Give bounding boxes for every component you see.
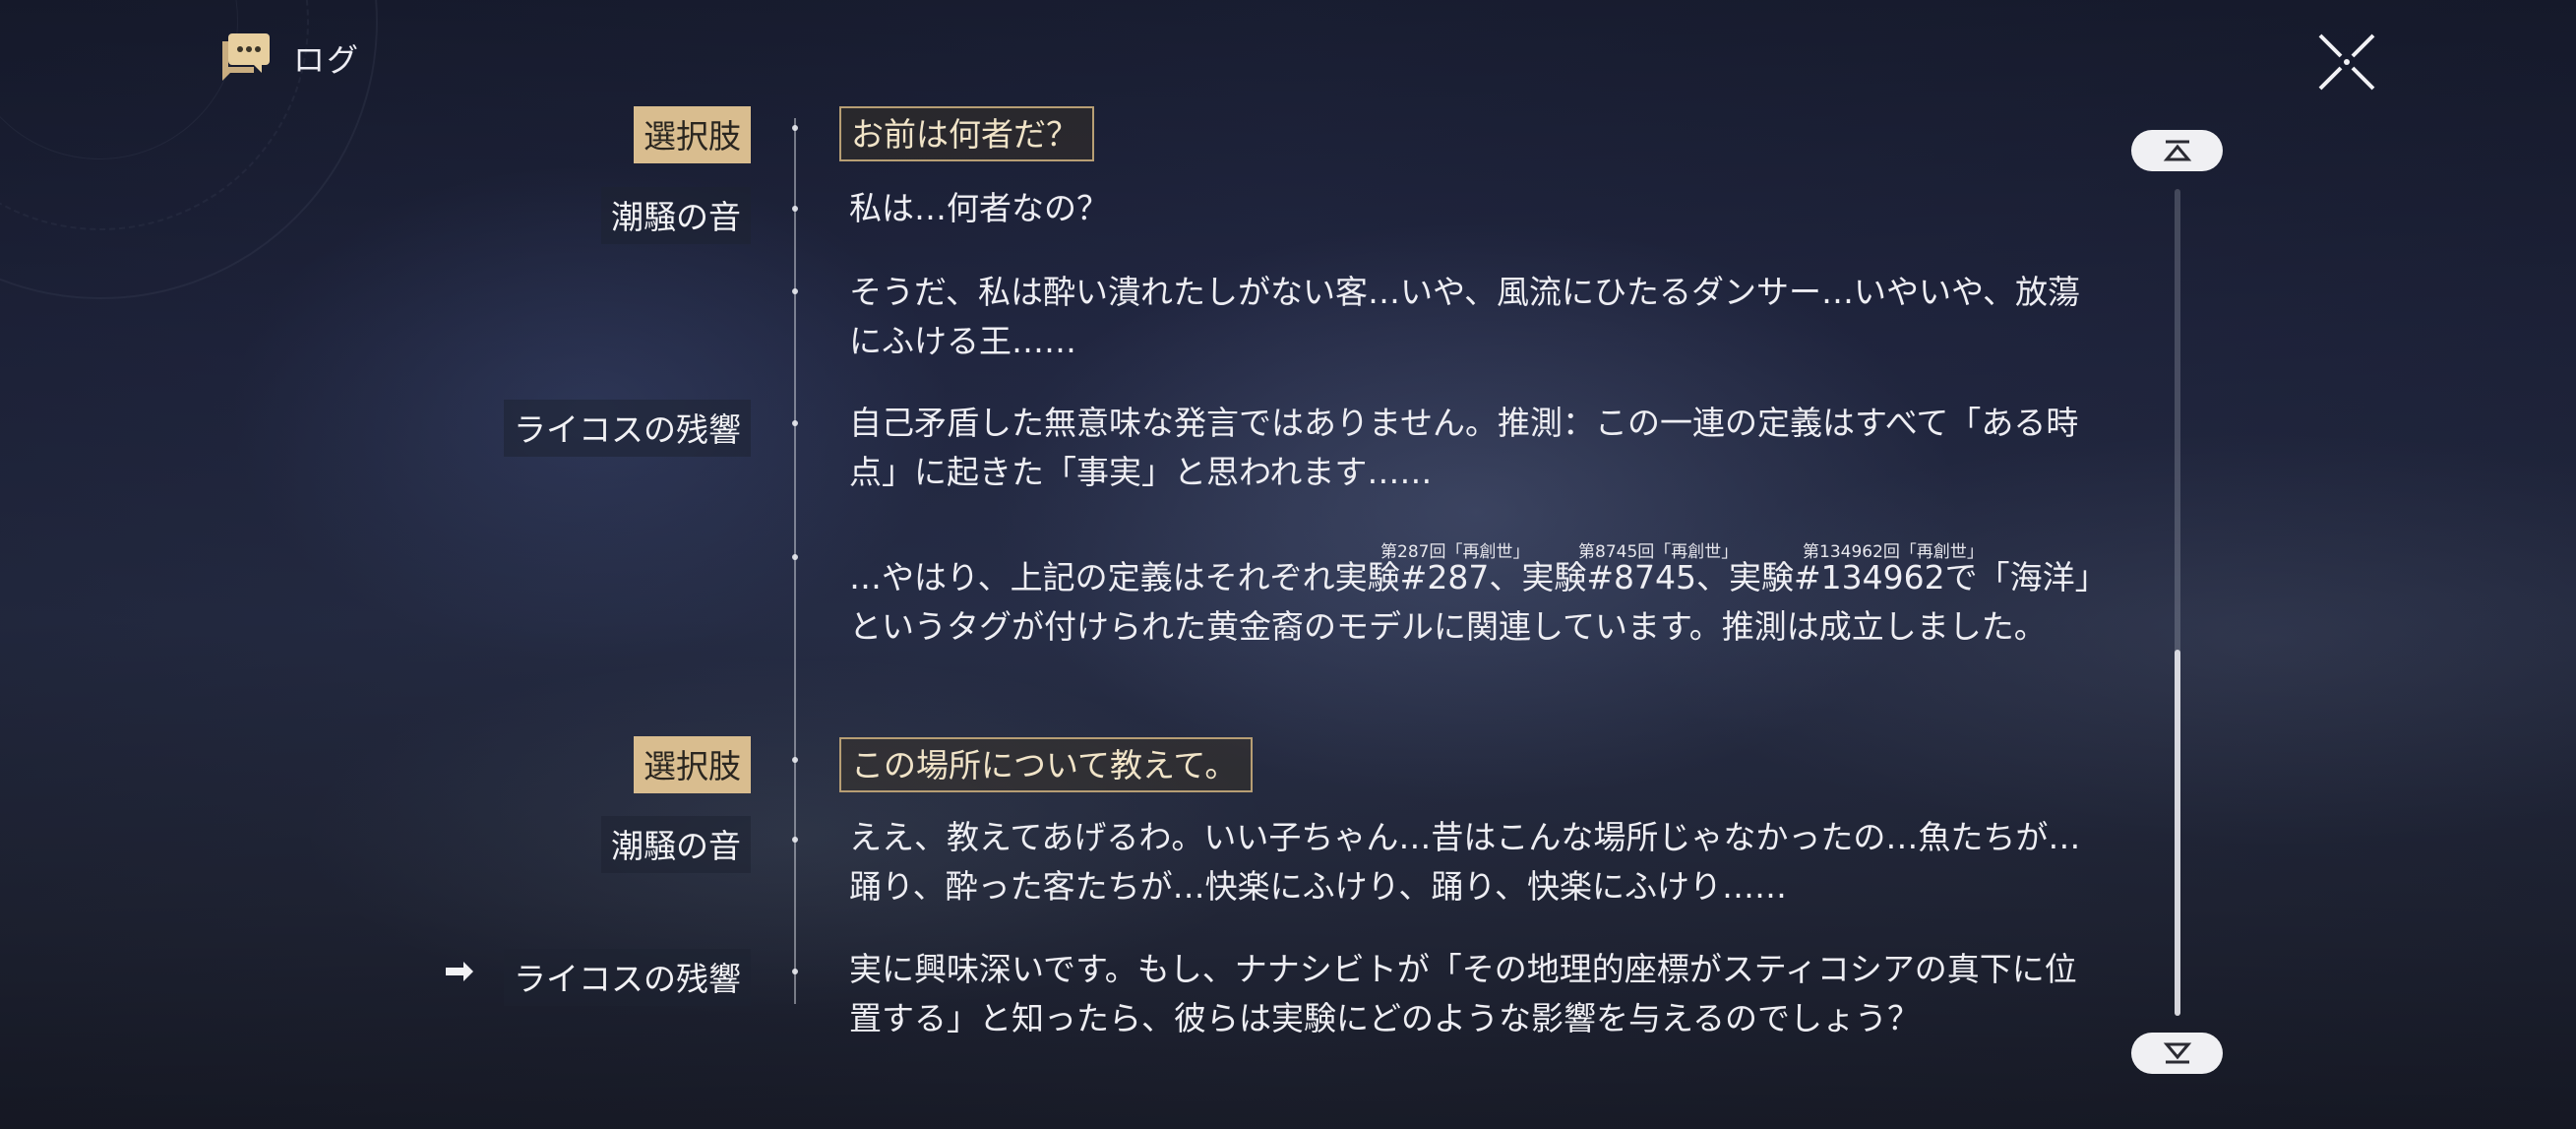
scroll-to-top-button[interactable] [2131,130,2223,171]
dialogue-text: ええ、教えてあげるわ。いい子ちゃん…昔はこんな場所じゃなかったの…魚たちが…踊り… [849,818,2081,906]
timeline-node [792,288,798,294]
timeline-node [792,125,798,131]
timeline-node [792,554,798,560]
log-header: ログ [215,30,360,87]
timeline-node [792,969,798,974]
log-title: ログ [293,41,361,79]
speaker-name: ライコスの残響 [504,949,751,1006]
dialogue-text: …やはり、上記の定義はそれぞれ実験#287、実験#8745、実験#134962で… [849,558,2092,646]
current-line-arrow-icon [446,962,473,981]
scroll-to-bottom-icon [2163,1042,2191,1064]
timeline-node [792,206,798,212]
scroll-to-top-icon [2163,140,2191,161]
choice-option: この場所について教えて。 [839,737,1254,792]
choice-tag: 選択肢 [634,736,751,793]
speaker-name: ライコスの残響 [504,400,751,457]
scroll-to-bottom-button[interactable] [2131,1033,2223,1074]
timeline-node [792,837,798,843]
timeline-node [792,420,798,426]
chat-bubble-icon [222,33,270,81]
dialogue-text: そうだ、私は酔い潰れたしがない客…いや、風流にひたるダンサー…いやいや、放蕩にふ… [849,273,2081,360]
dialogue-text: 実に興味深いです。もし、ナナシビトが「その地理的座標がスティコシアの真下に位置す… [849,950,2077,1037]
dialogue-text: 私は…何者なの？ [849,189,1109,227]
speaker-name: 潮騒の音 [601,187,751,244]
close-icon[interactable] [2314,30,2379,94]
timeline-line [794,118,796,1004]
log-screen: ログ 選択肢 お前は何者だ？ 潮騒の音 私は…何者なの？ そうだ、私は酔い潰れた… [0,0,2576,1129]
choice-tag: 選択肢 [634,106,751,163]
speaker-name: 潮騒の音 [601,816,751,873]
choice-option: お前は何者だ？ [839,106,1094,161]
dialogue-text: 自己矛盾した無意味な発言ではありません。推測：この一連の定義はすべて「ある時点」… [849,404,2079,491]
scrollbar-thumb[interactable] [2175,650,2180,1016]
timeline-node [792,757,798,763]
